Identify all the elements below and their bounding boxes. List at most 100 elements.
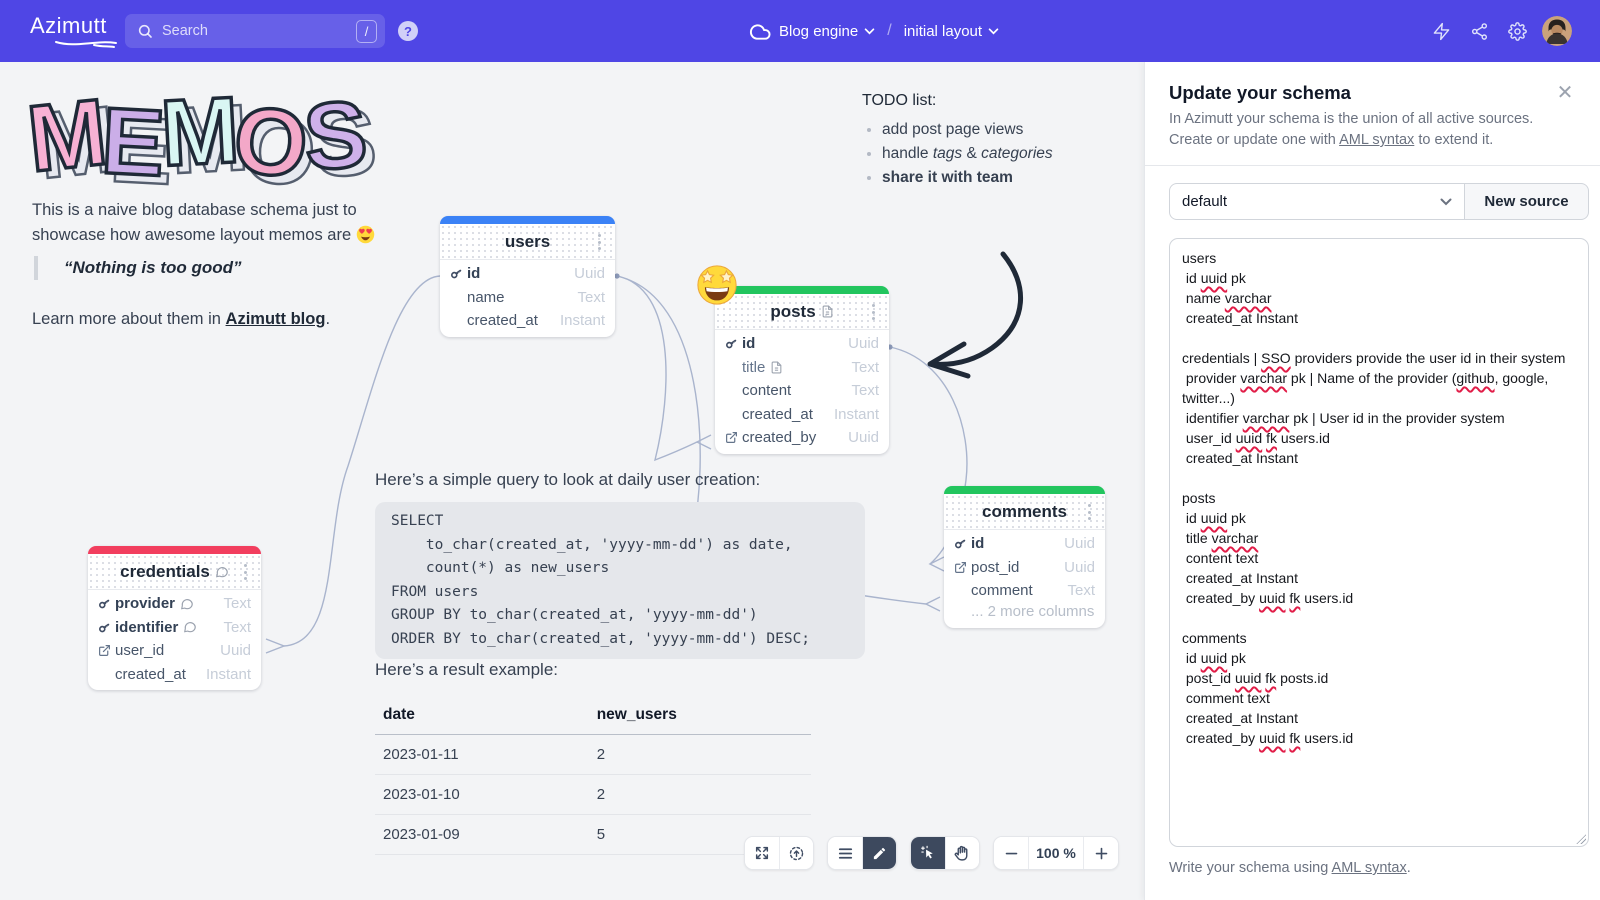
- aml-syntax-link[interactable]: AML syntax: [1332, 860, 1407, 876]
- update-schema-panel: Update your schema ✕ In Azimutt your sch…: [1144, 62, 1600, 900]
- edit-mode-button[interactable]: [862, 837, 896, 869]
- select-tool-button[interactable]: [911, 837, 945, 869]
- logo-underline: [54, 39, 120, 49]
- star-struck-emoji: [696, 264, 738, 306]
- column-type: Uuid: [1064, 559, 1095, 576]
- memo-art-letter: M: [156, 76, 236, 188]
- column-row-id[interactable]: idUuid: [715, 332, 889, 356]
- column-type: Uuid: [220, 642, 251, 659]
- column-name: comment: [971, 582, 1033, 599]
- more-columns[interactable]: ... 2 more columns: [944, 603, 1105, 624]
- column-row-title[interactable]: titleText: [715, 356, 889, 380]
- top-navbar: Azimutt / ? Blog engine / initial layout: [0, 0, 1600, 62]
- column-name: provider: [115, 595, 175, 612]
- column-row-user_id[interactable]: user_idUuid: [88, 639, 261, 663]
- azimutt-blog-link[interactable]: Azimutt blog: [226, 310, 326, 328]
- comment-icon: [180, 597, 194, 611]
- column-row-created_at[interactable]: created_atInstant: [440, 309, 615, 333]
- project-dropdown[interactable]: Blog engine: [779, 23, 875, 40]
- kebab-menu-icon[interactable]: [592, 234, 606, 250]
- table-header[interactable]: comments: [944, 494, 1105, 530]
- table-card-users[interactable]: usersidUuid name Text created_atInstant: [440, 216, 615, 337]
- memo-art-letter: E: [97, 87, 161, 198]
- column-row-created_at[interactable]: created_at Instant: [88, 663, 261, 687]
- column-name: name: [467, 289, 505, 306]
- todo-item: handle tags & categories: [882, 142, 1053, 166]
- column-type: Text: [851, 382, 879, 399]
- share-button[interactable]: [1460, 12, 1498, 50]
- result-table-memo[interactable]: datenew_users2023-01-1122023-01-1022023-…: [375, 698, 811, 855]
- learn-more-memo[interactable]: Learn more about them in Azimutt blog.: [32, 310, 330, 329]
- user-avatar[interactable]: [1542, 16, 1572, 46]
- table-card-posts[interactable]: posts idUuidtitleTextcontentTextcreated_a…: [715, 286, 889, 454]
- kebab-menu-icon[interactable]: [238, 564, 252, 580]
- diagram-canvas[interactable]: MEMOS This is a naive blog database sche…: [0, 62, 1144, 900]
- result-heading-memo[interactable]: Here’s a result example:: [375, 660, 558, 680]
- pan-tool-button[interactable]: [945, 837, 979, 869]
- help-icon[interactable]: ?: [398, 21, 418, 41]
- relation-posts-users: [617, 276, 697, 460]
- column-row-post_id[interactable]: post_idUuid: [944, 556, 1105, 580]
- column-row-provider[interactable]: providerText: [88, 592, 261, 616]
- memo-art-letter: O: [228, 85, 306, 199]
- new-source-button[interactable]: New source: [1465, 183, 1589, 220]
- source-select[interactable]: default: [1169, 183, 1465, 220]
- table-header[interactable]: posts: [715, 294, 889, 330]
- table-name: posts: [770, 302, 815, 322]
- layout-dropdown[interactable]: initial layout: [904, 23, 999, 40]
- zoom-out-button[interactable]: [994, 837, 1028, 869]
- quote-memo[interactable]: “Nothing is too good”: [34, 256, 242, 280]
- zoom-level[interactable]: 100 %: [1028, 837, 1084, 869]
- comment-icon: [183, 620, 197, 634]
- search-input[interactable]: [162, 23, 356, 39]
- memo-art-letter: S: [299, 80, 365, 192]
- column-type: Uuid: [848, 335, 879, 352]
- comment-icon: [215, 565, 229, 579]
- table-list-button[interactable]: [828, 837, 862, 869]
- center-view-button[interactable]: [779, 837, 813, 869]
- column-type: Text: [851, 359, 879, 376]
- primary-key-icon: [951, 535, 969, 553]
- cloud-icon: [748, 20, 771, 43]
- column-row-name[interactable]: name Text: [440, 286, 615, 310]
- intro-memo[interactable]: This is a naive blog database schema jus…: [32, 198, 452, 247]
- heart-eyes-emoji: [356, 225, 375, 244]
- table-header[interactable]: credentials: [88, 554, 261, 590]
- column-row-identifier[interactable]: identifierText: [88, 616, 261, 640]
- breadcrumb-separator: /: [883, 22, 895, 40]
- settings-button[interactable]: [1498, 12, 1536, 50]
- table-card-comments[interactable]: commentsidUuidpost_idUuidcommentText... …: [944, 486, 1105, 628]
- column-name: created_at: [115, 666, 186, 683]
- avatar-photo: [1542, 16, 1572, 46]
- column-row-id[interactable]: idUuid: [440, 262, 615, 286]
- result-cell: 2: [589, 735, 811, 775]
- azimutt-logo[interactable]: Azimutt: [30, 13, 107, 39]
- column-row-comment[interactable]: commentText: [944, 579, 1105, 603]
- column-type: Instant: [206, 666, 251, 683]
- kebab-menu-icon[interactable]: [866, 304, 880, 320]
- close-icon[interactable]: ✕: [1553, 80, 1577, 104]
- primary-key-icon: [95, 618, 113, 636]
- quick-actions-button[interactable]: [1422, 12, 1460, 50]
- todo-memo[interactable]: TODO list: add post page viewshandle tag…: [862, 92, 1053, 190]
- fit-diagram-button[interactable]: [745, 837, 779, 869]
- subtitle-suffix: to extend it.: [1414, 132, 1493, 148]
- aml-syntax-link[interactable]: AML syntax: [1339, 132, 1414, 148]
- panel-footer: Write your schema using AML syntax.: [1169, 860, 1411, 876]
- column-type: Text: [577, 289, 605, 306]
- zoom-in-button[interactable]: [1084, 837, 1118, 869]
- project-name: Blog engine: [779, 23, 858, 40]
- table-header[interactable]: users: [440, 224, 615, 260]
- learn-prefix: Learn more about them in: [32, 310, 226, 328]
- table-card-credentials[interactable]: credentialsproviderTextidentifierTextuse…: [88, 546, 261, 690]
- memos-word-art[interactable]: MEMOS: [26, 80, 361, 188]
- column-row-created_at[interactable]: created_atInstant: [715, 403, 889, 427]
- sql-memo[interactable]: SELECT to_char(created_at, 'yyyy-mm-dd')…: [375, 502, 865, 659]
- search-box[interactable]: /: [125, 14, 385, 48]
- query-heading-memo[interactable]: Here’s a simple query to look at daily u…: [375, 470, 760, 490]
- column-row-created_by[interactable]: created_byUuid: [715, 426, 889, 450]
- kebab-menu-icon[interactable]: [1082, 504, 1096, 520]
- column-row-content[interactable]: contentText: [715, 379, 889, 403]
- schema-textarea[interactable]: users id uuid pk name varchar created_at…: [1169, 238, 1589, 847]
- column-row-id[interactable]: idUuid: [944, 532, 1105, 556]
